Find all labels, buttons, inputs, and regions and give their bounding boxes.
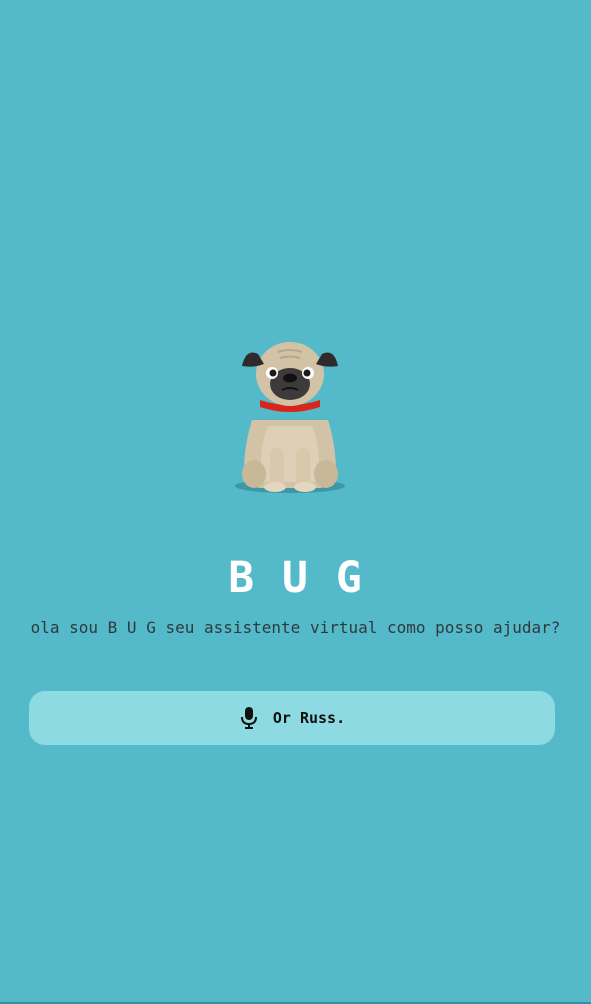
app-screen: B U G ola sou B U G seu assistente virtu… (0, 0, 591, 1004)
assistant-greeting: ola sou B U G seu assistente virtual com… (30, 618, 561, 637)
voice-input-button[interactable]: Or Russ. (29, 691, 555, 745)
voice-button-label: Or Russ. (272, 709, 346, 727)
pug-dog-icon (235, 342, 345, 493)
microphone-icon (240, 707, 257, 729)
app-title: B U G (228, 553, 363, 603)
